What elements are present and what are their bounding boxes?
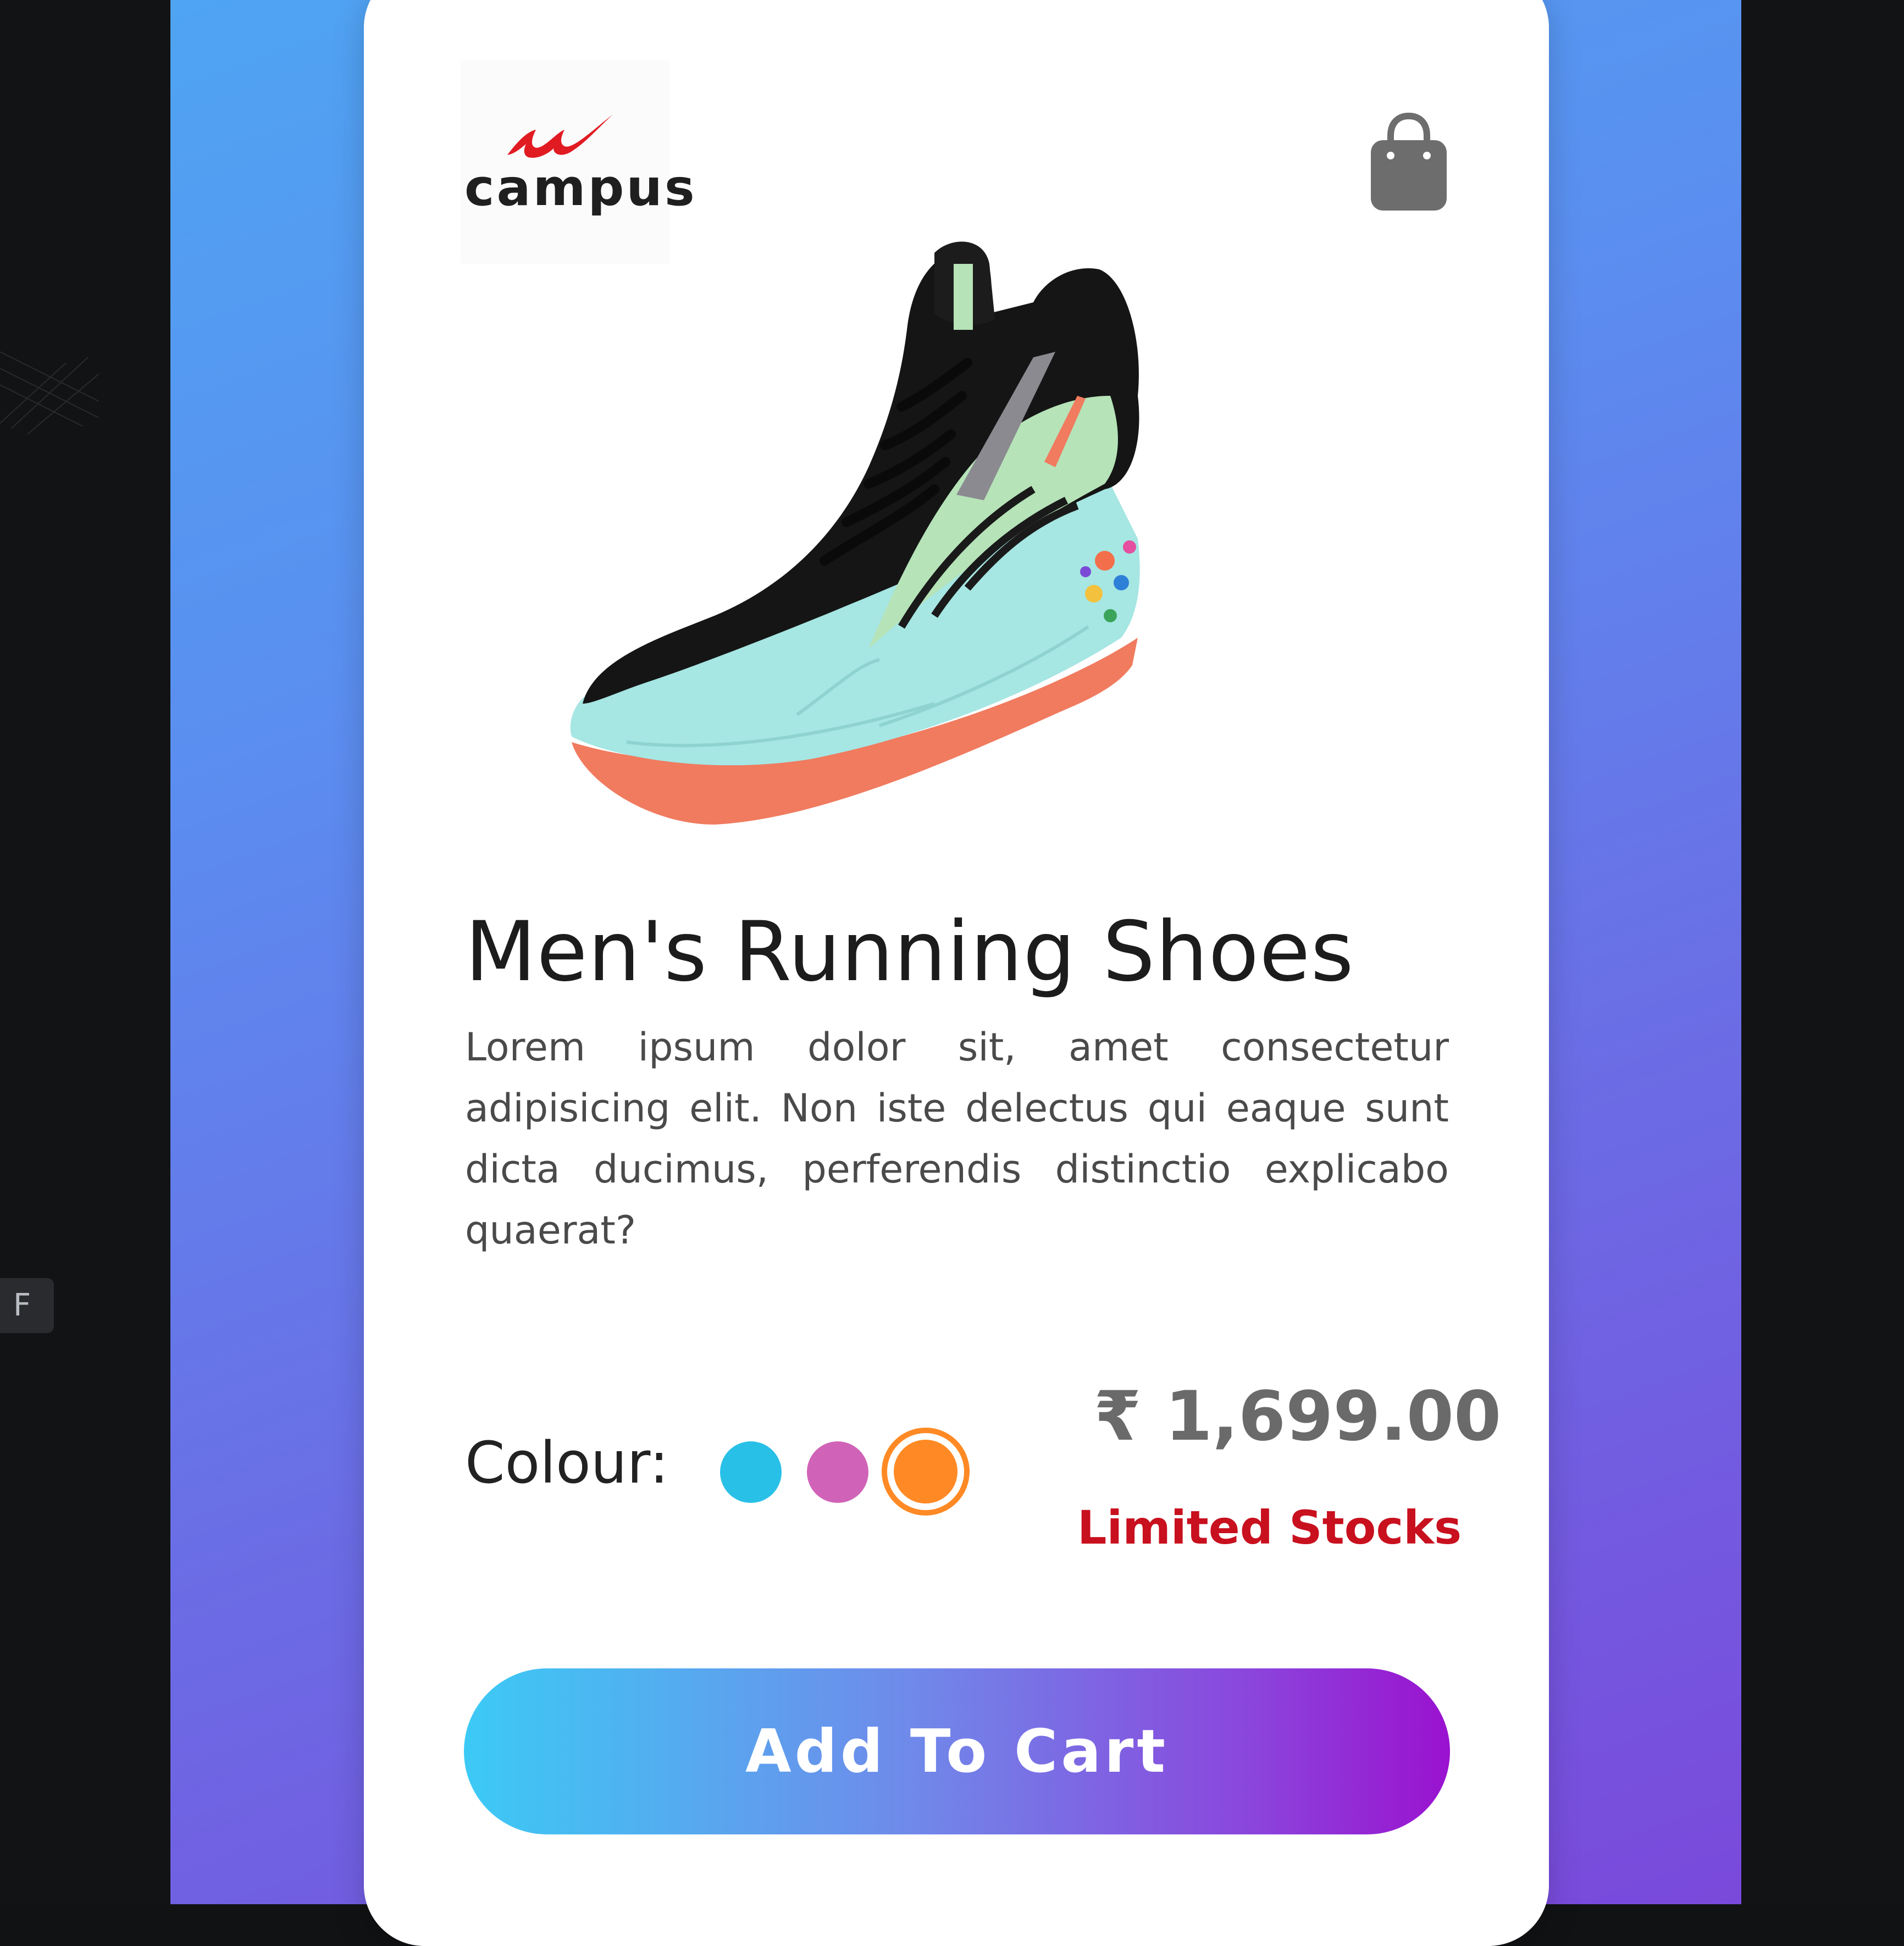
- grid-decoration: [0, 351, 99, 435]
- product-image: [570, 241, 1140, 825]
- colour-label: Colour:: [465, 1429, 669, 1496]
- selected-swatch-fill: [894, 1440, 957, 1503]
- brand-mark-icon: [507, 114, 613, 158]
- stock-status: Limited Stocks: [1077, 1501, 1462, 1555]
- shopping-bag-icon[interactable]: [1368, 113, 1450, 214]
- brand-name: campus: [464, 158, 697, 217]
- editor-left-panel: F: [0, 0, 170, 1904]
- product-title: Men's Running Shoes: [465, 904, 1354, 1000]
- shortcut-key-badge[interactable]: F: [0, 1278, 54, 1333]
- product-description: Lorem ipsum dolor sit, amet consectetur …: [465, 1025, 1449, 1253]
- add-to-cart-button[interactable]: Add To Cart: [464, 1668, 1450, 1834]
- editor-right-panel: [1741, 0, 1904, 1904]
- colour-swatch-blue[interactable]: [720, 1441, 782, 1503]
- product-price: ₹ 1,699.00: [1094, 1377, 1502, 1456]
- colour-swatch-orange[interactable]: [882, 1428, 970, 1516]
- colour-swatch-pink[interactable]: [807, 1441, 868, 1503]
